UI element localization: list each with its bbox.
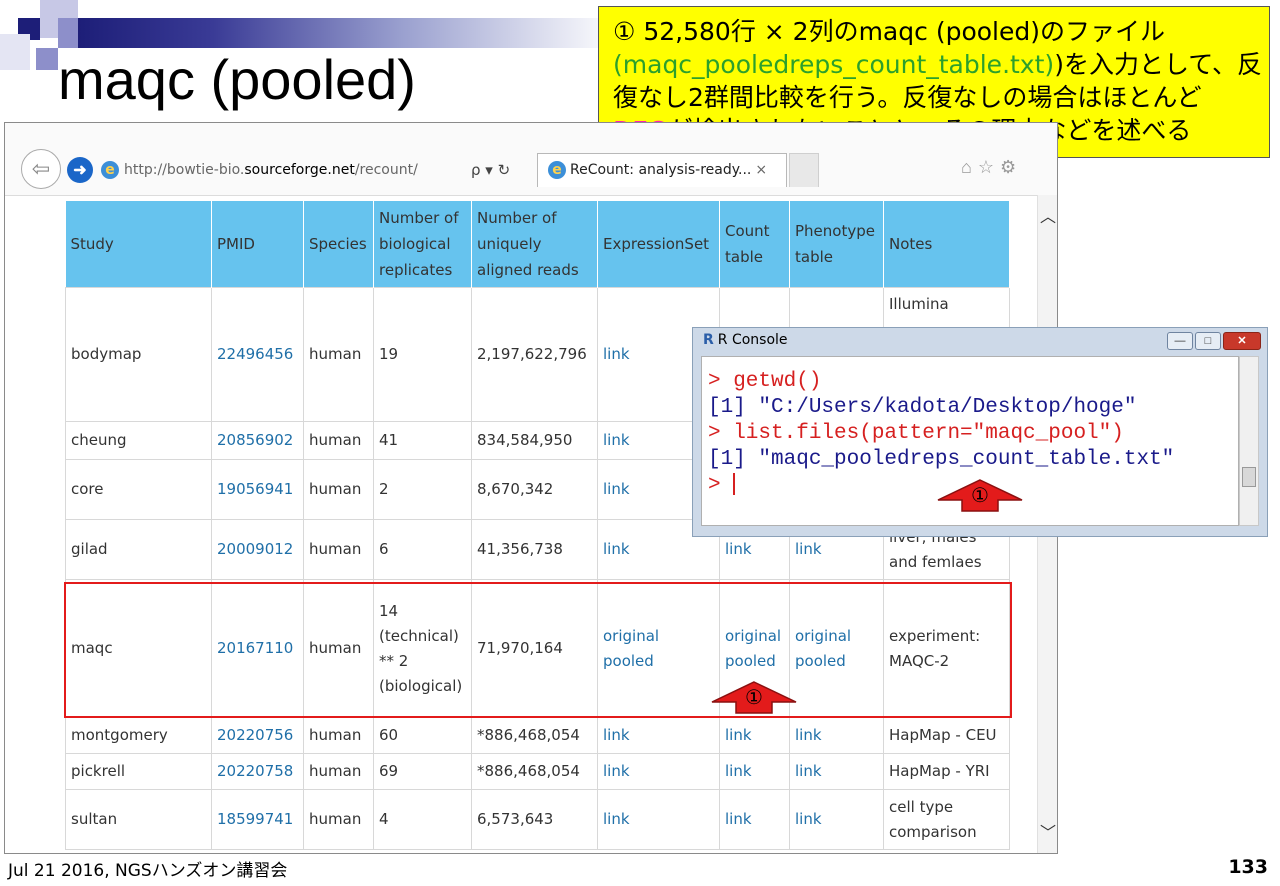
slide-footer: Jul 21 2016, NGSハンズオン講習会: [8, 861, 288, 881]
table-row: sultan 18599741 human 4 6,573,643 link l…: [65, 789, 1010, 850]
back-arrow-icon: ⇦: [31, 156, 51, 181]
chevron-down-icon[interactable]: ﹀: [1038, 819, 1057, 843]
chevron-up-icon[interactable]: ︿: [1038, 203, 1057, 227]
table-row: montgomery 20220756 human 60 *886,468,05…: [65, 717, 1010, 754]
pmid-link[interactable]: 20220756: [211, 717, 304, 754]
back-button[interactable]: ⇦: [21, 149, 61, 189]
scroll-thumb[interactable]: [1242, 467, 1256, 487]
count-table-link[interactable]: link: [725, 726, 752, 744]
maximize-button[interactable]: □: [1195, 332, 1221, 350]
decor-square: [36, 48, 58, 70]
pmid-link[interactable]: 19056941: [211, 459, 304, 520]
column-header: Phenotype table: [789, 201, 884, 288]
count-table-link[interactable]: link: [725, 762, 752, 780]
callout-line: (maqc_pooledreps_count_table.txt))を入力として…: [613, 50, 1262, 79]
phenotype-table-link[interactable]: link: [795, 540, 822, 558]
r-console-scrollbar[interactable]: [1239, 356, 1259, 526]
table-header-row: Study PMID Species Number of biological …: [65, 201, 1010, 288]
column-header: Species: [303, 201, 374, 288]
forward-button[interactable]: ➜: [67, 157, 93, 183]
text-cursor: [733, 473, 736, 496]
column-header: ExpressionSet: [597, 201, 720, 288]
page-number: 133: [1228, 856, 1268, 878]
phenotype-table-link[interactable]: link: [795, 726, 822, 744]
expressionset-link[interactable]: link: [603, 431, 630, 449]
pmid-link[interactable]: 20220758: [211, 753, 304, 790]
callout-line: ① 52,580行 × 2列のmaqc (pooled)のファイル: [613, 17, 1165, 46]
r-line: [1] "maqc_pooledreps_count_table.txt": [708, 448, 1175, 471]
expressionset-link[interactable]: link: [603, 540, 630, 558]
phenotype-table-link[interactable]: link: [795, 810, 822, 828]
maqc-highlight-box: [64, 582, 1012, 718]
phenotype-table-link[interactable]: link: [795, 762, 822, 780]
r-line: [1] "C:/Users/kadota/Desktop/hoge": [708, 396, 1137, 419]
column-header: Number of uniquely aligned reads: [471, 201, 598, 288]
r-logo-icon: R: [703, 332, 714, 348]
decor-square: [58, 18, 78, 48]
expressionset-link[interactable]: link: [603, 726, 630, 744]
annotation-arrow: ①: [710, 680, 798, 714]
count-table-link[interactable]: link: [725, 810, 752, 828]
ie-logo-icon: e: [548, 161, 566, 179]
callout-filename: maqc_pooledreps_count_table.txt: [622, 50, 1045, 79]
tab-title: ReCount: analysis-ready...: [570, 162, 752, 178]
column-header: Study: [65, 201, 212, 288]
minimize-button[interactable]: —: [1167, 332, 1193, 350]
pmid-link[interactable]: 20856902: [211, 421, 304, 460]
expressionset-link[interactable]: link: [603, 762, 630, 780]
annotation-marker: ①: [745, 685, 763, 709]
column-header: Count table: [719, 201, 790, 288]
address-bar[interactable]: e http://bowtie-bio.sourceforge.net/recou…: [101, 157, 531, 183]
close-button[interactable]: ✕: [1223, 332, 1261, 350]
expressionset-link[interactable]: link: [603, 810, 630, 828]
expressionset-link[interactable]: link: [603, 345, 630, 363]
search-refresh-icon[interactable]: ρ ▾ ↻: [471, 157, 510, 183]
ie-logo-icon: e: [101, 161, 119, 179]
pmid-link[interactable]: 20009012: [211, 519, 304, 580]
column-header: Notes: [883, 201, 1010, 288]
slide-title: maqc (pooled): [58, 48, 416, 111]
window-controls: — □ ✕: [1165, 332, 1261, 350]
pmid-link[interactable]: 18599741: [211, 789, 304, 850]
r-line: > list.files(pattern="maqc_pool"): [708, 422, 1124, 445]
expressionset-link[interactable]: link: [603, 480, 630, 498]
count-table-link[interactable]: link: [725, 540, 752, 558]
table-row: pickrell 20220758 human 69 *886,468,054 …: [65, 753, 1010, 790]
toolbar-icons[interactable]: ⌂☆⚙: [961, 157, 1022, 178]
r-line: > getwd(): [708, 370, 822, 393]
forward-arrow-icon: ➜: [73, 162, 87, 179]
pmid-link[interactable]: 22496456: [211, 287, 304, 422]
new-tab-button[interactable]: [789, 153, 819, 187]
annotation-marker: ①: [971, 483, 989, 507]
browser-toolbar: ⇦ ➜ e http://bowtie-bio.sourceforge.net/r…: [5, 123, 1057, 196]
callout-line: 復なし2群間比較を行う。反復なしの場合はほとんど: [613, 83, 1202, 112]
r-console-title: RR Console: [703, 332, 788, 348]
annotation-arrow: ①: [936, 478, 1024, 512]
title-bar: [78, 18, 618, 48]
decor-square: [0, 34, 30, 70]
browser-tab[interactable]: e ReCount: analysis-ready... ×: [537, 153, 787, 187]
column-header: Number of biological replicates: [373, 201, 472, 288]
column-header: PMID: [211, 201, 304, 288]
tab-close-icon[interactable]: ×: [755, 162, 767, 178]
